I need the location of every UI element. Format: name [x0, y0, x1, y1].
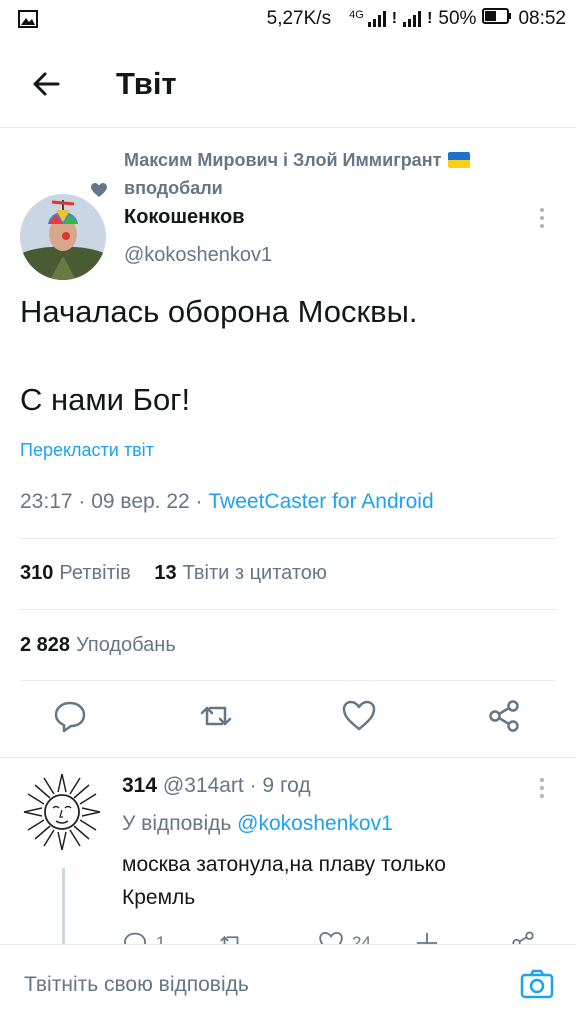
retweet-stats: 310 Ретвітів 13 Твіти з цитатою [20, 562, 327, 585]
translate-tweet-link[interactable]: Перекласти твіт [20, 440, 154, 461]
tweet-text-line: Началась оборона Москвы. [20, 294, 418, 329]
reply-to-line: У відповідь @kokoshenkov1 [122, 812, 393, 836]
app-bar: Твіт [0, 38, 576, 128]
tweet-actions [0, 698, 576, 742]
signal-icon [367, 11, 386, 27]
social-context[interactable]: Максим Мирович і Злой Иммигрант вподобал… [88, 146, 528, 202]
like-icon[interactable] [341, 698, 381, 738]
thread-line [62, 868, 65, 948]
ukraine-flag-icon [448, 152, 471, 168]
back-arrow-icon[interactable] [28, 66, 64, 102]
reply-to-label: У відповідь [122, 812, 232, 835]
clock: 08:52 [518, 8, 566, 29]
reply-composer: Твітніть свою відповідь [0, 944, 576, 1024]
tweet-source-link[interactable]: TweetCaster for Android [208, 490, 433, 513]
camera-icon[interactable] [520, 967, 554, 1001]
reply-icon[interactable] [52, 698, 92, 738]
share-icon[interactable] [486, 698, 526, 738]
retweets-stat[interactable]: 310 Ретвітів [20, 562, 131, 584]
battery-icon [482, 8, 512, 30]
reply-time: · 9 год [249, 774, 311, 797]
reply-avatar[interactable] [22, 772, 102, 852]
tweet-timestamp: 23:17 · 09 вер. 22 · [20, 490, 209, 513]
author-handle[interactable]: @kokoshenkov1 [124, 244, 272, 267]
divider [20, 609, 556, 610]
network-type: 4G [349, 9, 364, 21]
reply-author-name[interactable]: 314 [122, 774, 157, 797]
author-avatar[interactable] [20, 194, 106, 280]
heart-icon [90, 182, 108, 203]
reply-text-line: Кремль [122, 886, 196, 909]
tweet-meta: 23:17 · 09 вер. 22 · TweetCaster for And… [20, 490, 434, 514]
likes-stat[interactable]: 2 828 Уподобань [20, 634, 176, 657]
divider [20, 680, 556, 681]
quotes-stat[interactable]: 13 Твіти з цитатою [154, 562, 327, 584]
liked-suffix: вподобали [124, 178, 223, 198]
reply-author-handle[interactable]: @314art [163, 774, 244, 797]
battery-level: 50% [438, 8, 477, 29]
divider [20, 538, 556, 539]
liked-by-names: Максим Мирович і Злой Иммигрант [124, 150, 442, 170]
page-title: Твіт [116, 66, 177, 101]
status-bar: 5,27K/s 4G ! ! 50% 08:52 [0, 0, 576, 38]
reply-to-handle[interactable]: @kokoshenkov1 [237, 812, 393, 835]
network-speed: 5,27K/s [266, 8, 332, 29]
reply-header: 314 @314art · 9 год [122, 774, 311, 798]
reply-text: москва затонула,на плаву только Кремль [122, 848, 542, 914]
main-tweet: Максим Мирович і Злой Иммигрант вподобал… [0, 128, 576, 758]
gallery-notification-icon [18, 10, 38, 34]
signal-icon-2 [403, 11, 422, 27]
retweet-icon[interactable] [198, 698, 238, 738]
more-options-icon[interactable] [536, 208, 548, 232]
tweet-text-line: С нами Бог! [20, 382, 191, 417]
reply-text-line: москва затонула,на плаву только [122, 853, 446, 876]
author-name[interactable]: Кокошенков [124, 206, 245, 229]
reply-tweet[interactable]: 314 @314art · 9 год У відповідь @kokoshe… [0, 758, 576, 948]
reply-more-options-icon[interactable] [536, 778, 548, 802]
reply-input[interactable]: Твітніть свою відповідь [24, 973, 249, 997]
